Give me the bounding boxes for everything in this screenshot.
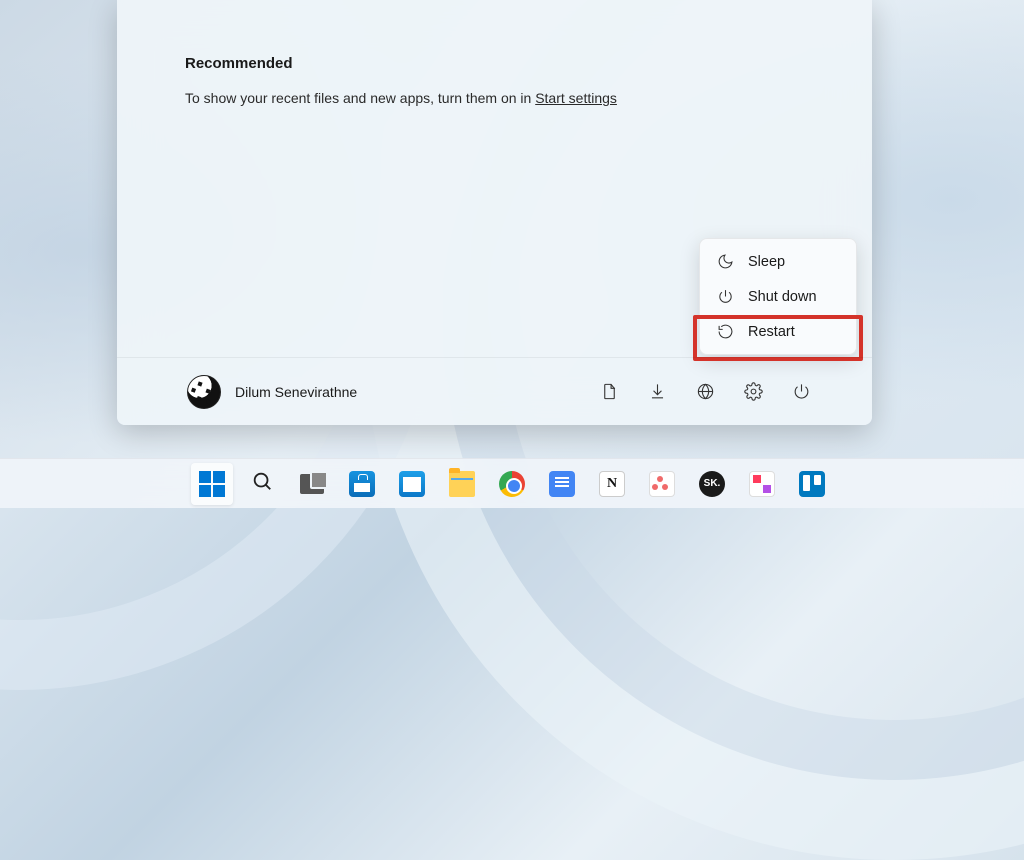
network-button[interactable] (694, 381, 716, 403)
power-menu: Sleep Shut down Restart (699, 238, 857, 355)
power-sleep[interactable]: Sleep (705, 244, 851, 279)
user-avatar (187, 375, 221, 409)
taskbar-chrome[interactable] (491, 463, 533, 505)
gear-icon (744, 382, 763, 401)
folder-icon (449, 471, 475, 497)
user-account-button[interactable]: Dilum Senevirathne (187, 375, 357, 409)
mail-icon (399, 471, 425, 497)
recommended-heading: Recommended (185, 55, 804, 72)
taskbar-trello[interactable] (791, 463, 833, 505)
task-view-icon (300, 474, 324, 494)
taskbar: N SK. (0, 458, 1024, 508)
power-button[interactable] (790, 381, 812, 403)
power-icon (792, 382, 811, 401)
search-button[interactable] (241, 463, 283, 505)
windows-logo-icon (199, 471, 225, 497)
store-icon (349, 471, 375, 497)
notion-icon: N (599, 471, 625, 497)
moon-icon (717, 253, 734, 270)
music-icon (749, 471, 775, 497)
asana-icon (649, 471, 675, 497)
docs-icon (549, 471, 575, 497)
power-sleep-label: Sleep (748, 254, 785, 270)
task-view-button[interactable] (291, 463, 333, 505)
footer-icons (598, 381, 812, 403)
start-button[interactable] (191, 463, 233, 505)
start-settings-link[interactable]: Start settings (535, 90, 617, 106)
taskbar-sk[interactable]: SK. (691, 463, 733, 505)
power-shutdown-label: Shut down (748, 289, 817, 305)
start-menu: Recommended To show your recent files an… (117, 0, 872, 425)
power-icon (717, 288, 734, 305)
taskbar-file-explorer[interactable] (441, 463, 483, 505)
sk-icon: SK. (699, 471, 725, 497)
power-restart-label: Restart (748, 324, 795, 340)
chrome-icon (499, 471, 525, 497)
power-restart[interactable]: Restart (705, 314, 851, 349)
settings-button[interactable] (742, 381, 764, 403)
start-footer: Dilum Senevirathne (117, 357, 872, 425)
taskbar-music[interactable] (741, 463, 783, 505)
taskbar-google-docs[interactable] (541, 463, 583, 505)
download-icon (648, 382, 667, 401)
search-icon (251, 470, 273, 497)
power-shutdown[interactable]: Shut down (705, 279, 851, 314)
downloads-button[interactable] (646, 381, 668, 403)
taskbar-asana[interactable] (641, 463, 683, 505)
user-name-label: Dilum Senevirathne (235, 384, 357, 400)
globe-icon (696, 382, 715, 401)
restart-icon (717, 323, 734, 340)
recommended-section: Recommended To show your recent files an… (117, 0, 872, 106)
taskbar-mail[interactable] (391, 463, 433, 505)
documents-button[interactable] (598, 381, 620, 403)
taskbar-notion[interactable]: N (591, 463, 633, 505)
recommended-body: To show your recent files and new apps, … (185, 90, 804, 106)
taskbar-microsoft-store[interactable] (341, 463, 383, 505)
recommended-text: To show your recent files and new apps, … (185, 90, 535, 106)
trello-icon (799, 471, 825, 497)
document-icon (600, 382, 619, 401)
